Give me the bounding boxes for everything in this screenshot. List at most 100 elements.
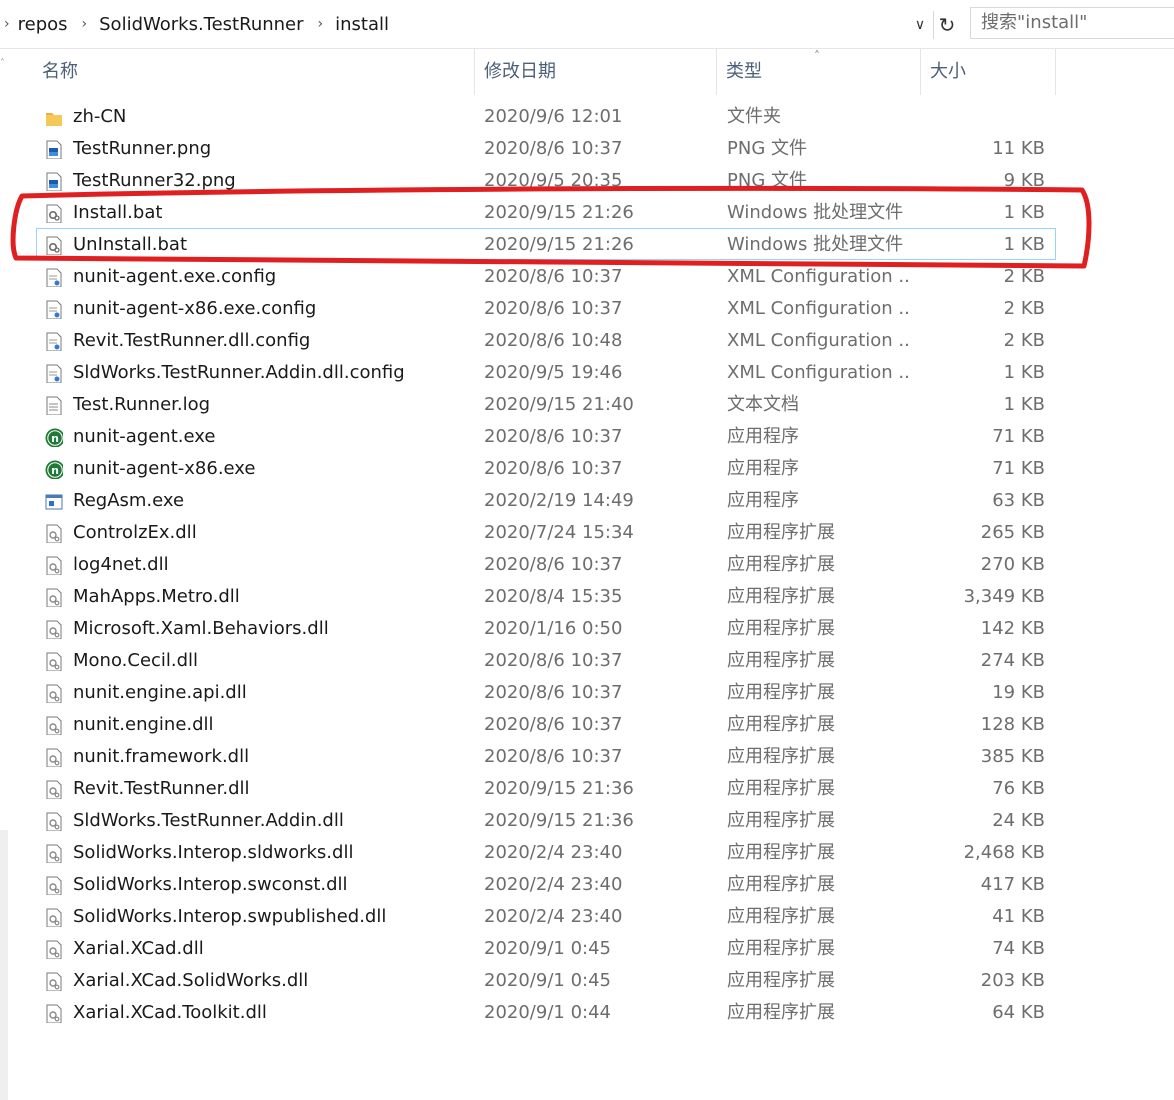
breadcrumb-item-install[interactable]: install <box>335 14 389 35</box>
file-row[interactable]: RegAsm.exe 2020/2/19 14:49 应用程序 63 KB <box>36 484 1056 516</box>
file-name: Xarial.XCad.dll <box>73 938 204 959</box>
column-divider[interactable] <box>716 48 717 95</box>
chevron-right-icon[interactable]: › <box>304 16 336 32</box>
file-size: 417 KB <box>980 874 1045 895</box>
file-row[interactable]: ControlzEx.dll 2020/7/24 15:34 应用程序扩展 265 K… <box>36 516 1056 548</box>
file-name: log4net.dll <box>73 554 169 575</box>
file-row[interactable]: SldWorks.TestRunner.Addin.dll 2020/9/15 2… <box>36 804 1056 836</box>
file-row[interactable]: Install.bat 2020/9/15 21:26 Windows 批处理文件 1… <box>36 196 1056 228</box>
file-row[interactable]: n nunit-agent-x86.exe 2020/8/6 10:37 应用程序 71… <box>36 452 1056 484</box>
file-name: Revit.TestRunner.dll.config <box>73 330 311 351</box>
svg-text:n: n <box>51 464 59 477</box>
file-row[interactable]: SldWorks.TestRunner.Addin.dll.config 2020… <box>36 356 1056 388</box>
file-row[interactable]: n nunit-agent.exe 2020/8/6 10:37 应用程序 71 KB <box>36 420 1056 452</box>
column-header-type[interactable]: 类型 <box>726 48 762 95</box>
file-type: XML Configuration ... <box>727 266 911 287</box>
file-date: 2020/9/1 0:45 <box>484 938 611 959</box>
file-date: 2020/9/1 0:45 <box>484 970 611 991</box>
dll-icon <box>45 907 63 927</box>
file-row[interactable]: UnInstall.bat 2020/9/15 21:26 Windows 批处理文… <box>36 228 1056 260</box>
breadcrumb-item-repos[interactable]: repos <box>18 14 68 35</box>
file-type: 文本文档 <box>727 394 799 415</box>
file-size: 71 KB <box>992 458 1045 479</box>
file-size: 270 KB <box>980 554 1045 575</box>
column-header-date[interactable]: 修改日期 <box>484 48 556 95</box>
column-divider[interactable] <box>920 48 921 95</box>
file-row[interactable]: Mono.Cecil.dll 2020/8/6 10:37 应用程序扩展 274 KB <box>36 644 1056 676</box>
file-size: 2 KB <box>1003 266 1045 287</box>
file-row[interactable]: SolidWorks.Interop.swpublished.dll 2020/2… <box>36 900 1056 932</box>
dll-icon <box>45 875 63 895</box>
file-type: 应用程序扩展 <box>727 746 835 767</box>
file-type: 应用程序 <box>727 458 799 479</box>
file-row[interactable]: nunit.engine.dll 2020/8/6 10:37 应用程序扩展 128 … <box>36 708 1056 740</box>
column-header-size[interactable]: 大小 <box>930 48 966 95</box>
dll-icon <box>45 811 63 831</box>
file-name: Xarial.XCad.SolidWorks.dll <box>73 970 309 991</box>
search-input[interactable]: 搜索"install" <box>970 7 1174 39</box>
file-type: 应用程序扩展 <box>727 650 835 671</box>
file-type: 应用程序扩展 <box>727 682 835 703</box>
file-row[interactable]: nunit.engine.api.dll 2020/8/6 10:37 应用程序扩展… <box>36 676 1056 708</box>
file-size: 2 KB <box>1003 298 1045 319</box>
file-date: 2020/8/6 10:37 <box>484 650 623 671</box>
file-row[interactable]: SolidWorks.Interop.sldworks.dll 2020/2/4 … <box>36 836 1056 868</box>
file-date: 2020/9/15 21:36 <box>484 778 634 799</box>
sort-ascending-icon: ˄ <box>814 49 820 63</box>
chevron-right-icon[interactable]: › <box>68 16 100 32</box>
config-icon <box>45 363 63 383</box>
file-row[interactable]: TestRunner.png 2020/8/6 10:37 PNG 文件 11 KB <box>36 132 1056 164</box>
file-type: XML Configuration ... <box>727 330 911 351</box>
file-type: 应用程序扩展 <box>727 522 835 543</box>
file-row[interactable]: nunit-agent.exe.config 2020/8/6 10:37 XML … <box>36 260 1056 292</box>
file-size: 274 KB <box>980 650 1045 671</box>
chevron-right-icon[interactable]: › <box>0 16 18 32</box>
file-size: 385 KB <box>980 746 1045 767</box>
file-row[interactable]: Xarial.XCad.Toolkit.dll 2020/9/1 0:44 应用程序… <box>36 996 1056 1028</box>
scrollbar-thumb[interactable] <box>0 830 8 1100</box>
chevron-down-icon[interactable]: ∨ <box>908 13 932 37</box>
file-row[interactable]: Revit.TestRunner.dll.config 2020/8/6 10:4… <box>36 324 1056 356</box>
file-row[interactable]: SolidWorks.Interop.swconst.dll 2020/2/4 2… <box>36 868 1056 900</box>
column-header-name[interactable]: 名称 <box>42 48 78 95</box>
file-row[interactable]: Revit.TestRunner.dll 2020/9/15 21:36 应用程序扩… <box>36 772 1056 804</box>
file-date: 2020/8/6 10:37 <box>484 458 623 479</box>
file-row[interactable]: Microsoft.Xaml.Behaviors.dll 2020/1/16 0:… <box>36 612 1056 644</box>
file-type: XML Configuration ... <box>727 362 911 383</box>
file-size: 19 KB <box>992 682 1045 703</box>
column-divider[interactable] <box>474 48 475 95</box>
file-row[interactable]: MahApps.Metro.dll 2020/8/4 15:35 应用程序扩展 3,3… <box>36 580 1056 612</box>
file-date: 2020/8/6 10:37 <box>484 682 623 703</box>
file-row[interactable]: Xarial.XCad.dll 2020/9/1 0:45 应用程序扩展 74 KB <box>36 932 1056 964</box>
file-row[interactable]: nunit.framework.dll 2020/8/6 10:37 应用程序扩展 3… <box>36 740 1056 772</box>
file-size: 2,468 KB <box>963 842 1045 863</box>
file-type: 应用程序 <box>727 426 799 447</box>
file-size: 11 KB <box>992 138 1045 159</box>
dll-icon <box>45 971 63 991</box>
refresh-icon[interactable]: ↻ <box>933 11 960 39</box>
file-date: 2020/8/6 10:37 <box>484 554 623 575</box>
file-name: RegAsm.exe <box>73 490 185 511</box>
folder-icon <box>45 107 63 127</box>
column-divider[interactable] <box>1055 48 1056 95</box>
file-date: 2020/9/15 21:26 <box>484 202 634 223</box>
file-type: 文件夹 <box>727 106 781 127</box>
file-row[interactable]: nunit-agent-x86.exe.config 2020/8/6 10:37… <box>36 292 1056 324</box>
breadcrumb-item-solidworks-testrunner[interactable]: SolidWorks.TestRunner <box>99 14 303 35</box>
file-date: 2020/9/15 21:36 <box>484 810 634 831</box>
file-date: 2020/1/16 0:50 <box>484 618 623 639</box>
file-row[interactable]: log4net.dll 2020/8/6 10:37 应用程序扩展 270 KB <box>36 548 1056 580</box>
file-row[interactable]: Xarial.XCad.SolidWorks.dll 2020/9/1 0:45 应… <box>36 964 1056 996</box>
file-row[interactable]: zh-CN 2020/9/6 12:01 文件夹 <box>36 100 1056 132</box>
file-type: Windows 批处理文件 <box>727 202 904 223</box>
file-date: 2020/8/6 10:37 <box>484 746 623 767</box>
text-icon <box>45 395 63 415</box>
dll-icon <box>45 747 63 767</box>
file-name: SldWorks.TestRunner.Addin.dll <box>73 810 344 831</box>
gear-icon <box>45 235 63 255</box>
scroll-up-icon[interactable]: ˄ <box>0 58 5 69</box>
file-row[interactable]: TestRunner32.png 2020/9/5 20:35 PNG 文件 9 KB <box>36 164 1056 196</box>
file-size: 64 KB <box>992 1002 1045 1023</box>
column-header-row: ˄ 名称 修改日期 类型 大小 <box>0 48 1174 95</box>
file-row[interactable]: Test.Runner.log 2020/9/15 21:40 文本文档 1 KB <box>36 388 1056 420</box>
